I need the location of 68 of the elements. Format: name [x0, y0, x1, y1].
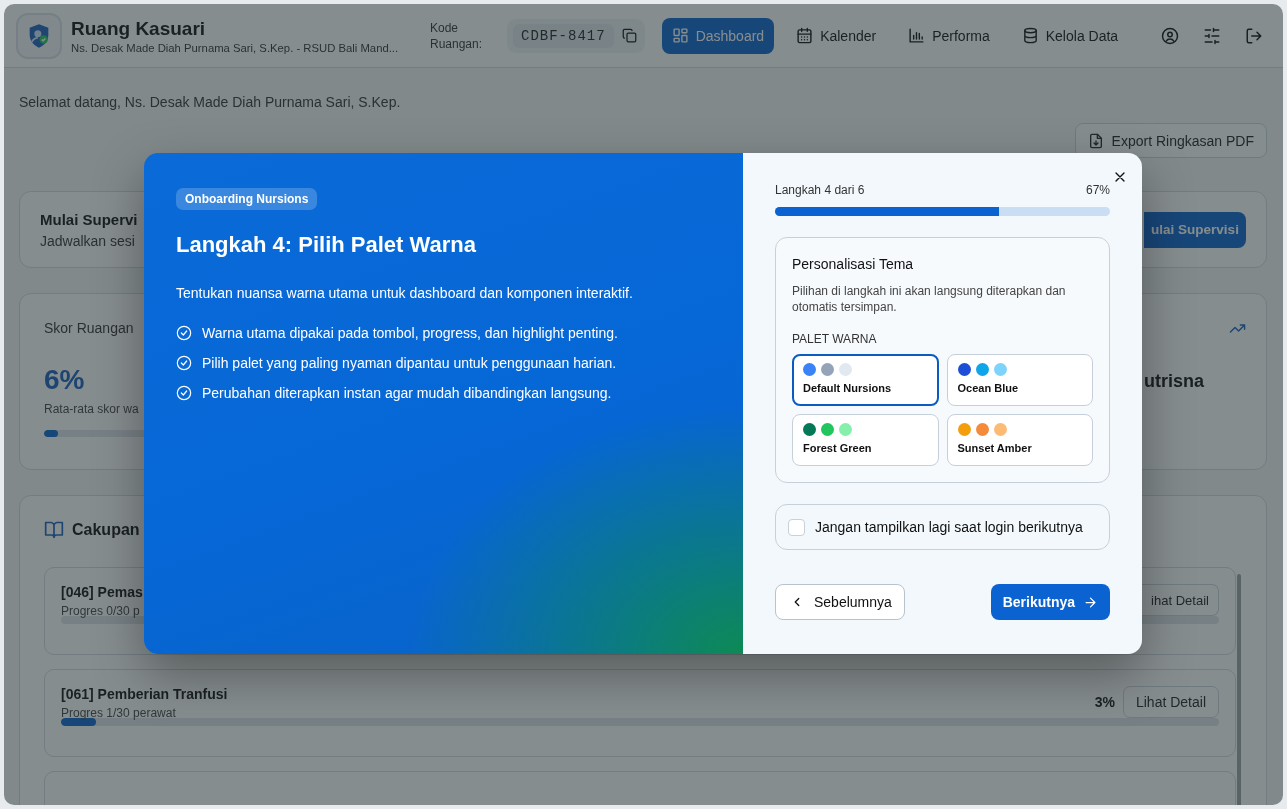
grid-icon — [671, 27, 689, 44]
card-title: Mulai Supervi — [40, 210, 138, 228]
nav-tab[interactable]: Kelola Data — [1011, 17, 1129, 54]
user-icon — [1161, 26, 1179, 45]
item-progress-text: Progres 0/30 p — [61, 604, 141, 618]
item-percent: 3% — [1094, 694, 1115, 710]
nav-tab[interactable]: Dashboard — [661, 17, 775, 54]
palette-option[interactable]: Sunset Amber — [946, 414, 1093, 466]
room-code: CDBF-8417 — [513, 23, 614, 48]
checkbox-label: Jangan tampilkan lagi saat login berikutnya — [815, 519, 1083, 535]
back-button[interactable]: Sebelumnya — [775, 584, 905, 620]
tip-text: Perubahan diterapkan instan agar mudah dibandingkan langsung. — [202, 385, 612, 401]
progress-percent: 67% — [1085, 183, 1110, 197]
palette-name: Ocean Blue — [957, 382, 1020, 394]
nurse-name: utrisna — [1144, 371, 1204, 392]
tip-text: Pilih palet yang paling nyaman dipantau untuk penggunaan harian. — [202, 355, 617, 371]
start-supervision-button[interactable]: ulai Supervisi — [1144, 211, 1246, 248]
copy-button[interactable] — [621, 28, 637, 43]
sliders-icon — [1203, 26, 1221, 45]
step-title: Langkah 4: Pilih Palet Warna — [176, 232, 476, 258]
settings-button[interactable] — [1203, 26, 1221, 45]
item-title: [061] Pemberian Tranfusi — [61, 686, 228, 702]
copy-icon — [621, 28, 637, 43]
calendar-icon — [796, 27, 814, 44]
onboarding-badge: Onboarding Nursions — [176, 188, 318, 210]
tip-text: Warna utama dipakai pada tombol, progress, dan highlight penting. — [202, 325, 618, 341]
welcome-text: Selamat datang, Ns. Desak Made Diah Purnama Sari, S.Kep. — [19, 94, 402, 110]
check-circle-icon — [176, 325, 192, 341]
nav-tab[interactable]: Kalender — [786, 17, 887, 54]
palette-option[interactable]: Ocean Blue — [946, 354, 1093, 406]
database-icon — [1021, 27, 1039, 44]
section-title: Cakupan — [72, 521, 140, 539]
palette-name: Sunset Amber — [957, 442, 1033, 454]
card-subtitle: Jadwalkan sesi — [40, 232, 136, 249]
check-circle-icon — [176, 385, 192, 401]
scrollbar[interactable] — [1237, 574, 1241, 805]
item-title: [046] Pemas — [61, 584, 143, 600]
logout-button[interactable] — [1245, 26, 1263, 45]
theme-description: Pilihan di langkah ini akan langsung diterapkan dan otomatis tersimpan. — [792, 283, 1067, 315]
score-value: 6% — [44, 364, 85, 396]
step-counter: Langkah 4 dari 6 — [775, 183, 865, 197]
bar-chart-icon — [908, 27, 926, 44]
profile-button[interactable] — [1161, 26, 1179, 45]
arrow-right-icon — [1083, 594, 1098, 610]
dont-show-option[interactable]: Jangan tampilkan lagi saat login berikutnya — [775, 504, 1110, 550]
app-title: Ruang Kasuari — [71, 17, 207, 40]
item-progress-text: Progres 1/30 perawat — [61, 706, 177, 720]
palette-name: Default Nursions — [803, 382, 892, 394]
user-subtitle: Ns. Desak Made Diah Purnama Sari, S.Kep. - RSUD Bali Mand... — [71, 41, 400, 54]
detail-button[interactable]: ihat Detail — [1142, 584, 1219, 616]
export-button[interactable]: Export Ringkasan PDF — [1074, 123, 1267, 158]
book-icon — [44, 520, 64, 540]
nav-tab[interactable]: Performa — [898, 17, 1000, 54]
detail-button[interactable]: Lihat Detail — [1122, 686, 1219, 718]
file-icon — [1087, 132, 1104, 149]
room-code-label: Kode Ruangan: — [430, 19, 484, 52]
palette-option[interactable]: Forest Green — [792, 414, 939, 466]
next-button[interactable]: Berikutnya — [990, 584, 1110, 620]
checkbox[interactable] — [788, 518, 805, 536]
score-title: Skor Ruangan — [44, 320, 134, 336]
check-circle-icon — [176, 355, 192, 371]
palette-option[interactable]: Default Nursions — [792, 354, 939, 406]
score-caption: Rata-rata skor wa — [44, 402, 139, 416]
step-description: Tentukan nuansa warna utama untuk dashboard dan komponen interaktif. — [176, 285, 633, 301]
theme-title: Personalisasi Tema — [792, 256, 915, 272]
palette-label: PALET WARNA — [792, 332, 878, 346]
logout-icon — [1245, 26, 1263, 45]
palette-name: Forest Green — [803, 442, 873, 454]
